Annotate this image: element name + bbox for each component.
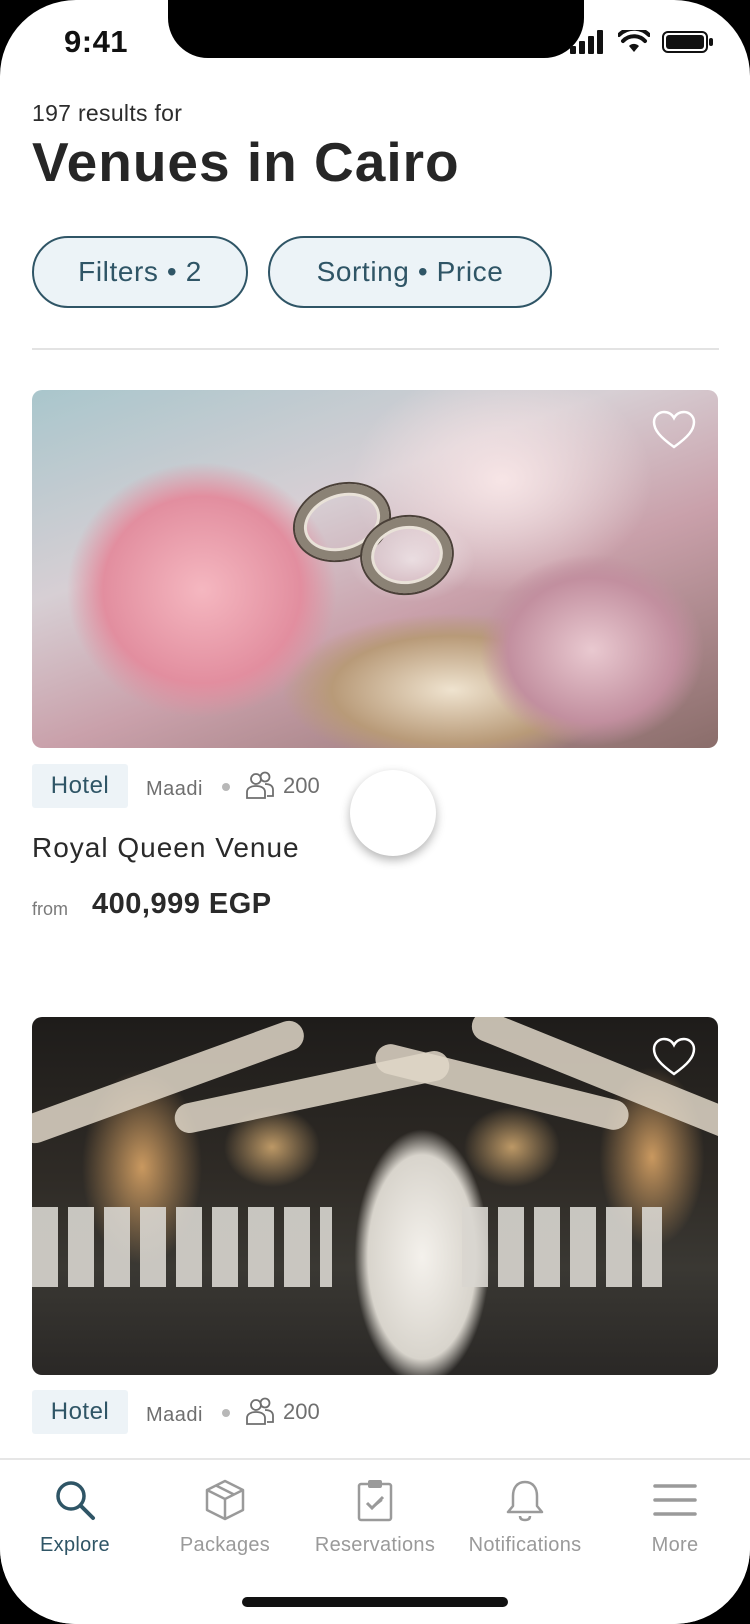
tab-more[interactable]: More bbox=[600, 1478, 750, 1557]
results-count: 197 results for bbox=[32, 100, 183, 126]
tab-label: Packages bbox=[179, 1534, 271, 1556]
separator-dot bbox=[222, 1409, 230, 1417]
price-prefix: from bbox=[32, 899, 68, 919]
phone-screen: 9:41 197 results for Venues in Cairo Fil… bbox=[0, 0, 750, 1624]
tab-label: Notifications bbox=[468, 1534, 582, 1556]
separator-dot bbox=[222, 783, 230, 791]
page-title: Venues in Cairo bbox=[32, 131, 460, 193]
venue-price: 400,999 EGP bbox=[92, 888, 272, 920]
filters-button[interactable]: Filters • 2 bbox=[32, 236, 248, 308]
clipboard-icon bbox=[357, 1480, 393, 1522]
device-notch bbox=[168, 0, 584, 58]
tab-label: Reservations bbox=[314, 1534, 436, 1556]
tab-notifications[interactable]: Notifications bbox=[450, 1478, 600, 1557]
venue-name[interactable]: Royal Queen Venue bbox=[32, 832, 300, 864]
venue-guest-count: 200 bbox=[283, 1399, 320, 1424]
battery-icon bbox=[662, 31, 713, 53]
guests-icon bbox=[246, 1397, 274, 1425]
menu-icon bbox=[653, 1484, 697, 1516]
guests-icon bbox=[246, 771, 274, 799]
tab-explore[interactable]: Explore bbox=[0, 1478, 150, 1557]
venue-location: Maadi bbox=[146, 1404, 203, 1426]
divider bbox=[32, 348, 719, 350]
home-indicator[interactable] bbox=[242, 1597, 508, 1607]
venue-image[interactable] bbox=[32, 390, 718, 748]
favorite-heart-icon[interactable] bbox=[652, 1037, 696, 1077]
venue-guest-count: 200 bbox=[283, 773, 320, 798]
search-icon bbox=[56, 1481, 95, 1520]
venue-type-tag: Hotel bbox=[32, 1390, 128, 1434]
tab-label: Explore bbox=[40, 1534, 110, 1556]
venue-type-tag: Hotel bbox=[32, 764, 128, 808]
touch-indicator bbox=[350, 770, 436, 856]
wifi-icon bbox=[618, 30, 650, 52]
package-icon bbox=[205, 1479, 245, 1521]
status-icons bbox=[570, 30, 714, 54]
status-time: 9:41 bbox=[64, 24, 129, 59]
cellular-signal-icon bbox=[570, 30, 603, 54]
sorting-button[interactable]: Sorting • Price bbox=[268, 236, 552, 308]
tab-reservations[interactable]: Reservations bbox=[300, 1478, 450, 1557]
tab-packages[interactable]: Packages bbox=[150, 1478, 300, 1557]
bell-icon bbox=[506, 1480, 544, 1522]
venue-image[interactable] bbox=[32, 1017, 718, 1375]
tab-label: More bbox=[651, 1534, 699, 1556]
venue-location: Maadi bbox=[146, 778, 203, 800]
favorite-heart-icon[interactable] bbox=[652, 410, 696, 450]
